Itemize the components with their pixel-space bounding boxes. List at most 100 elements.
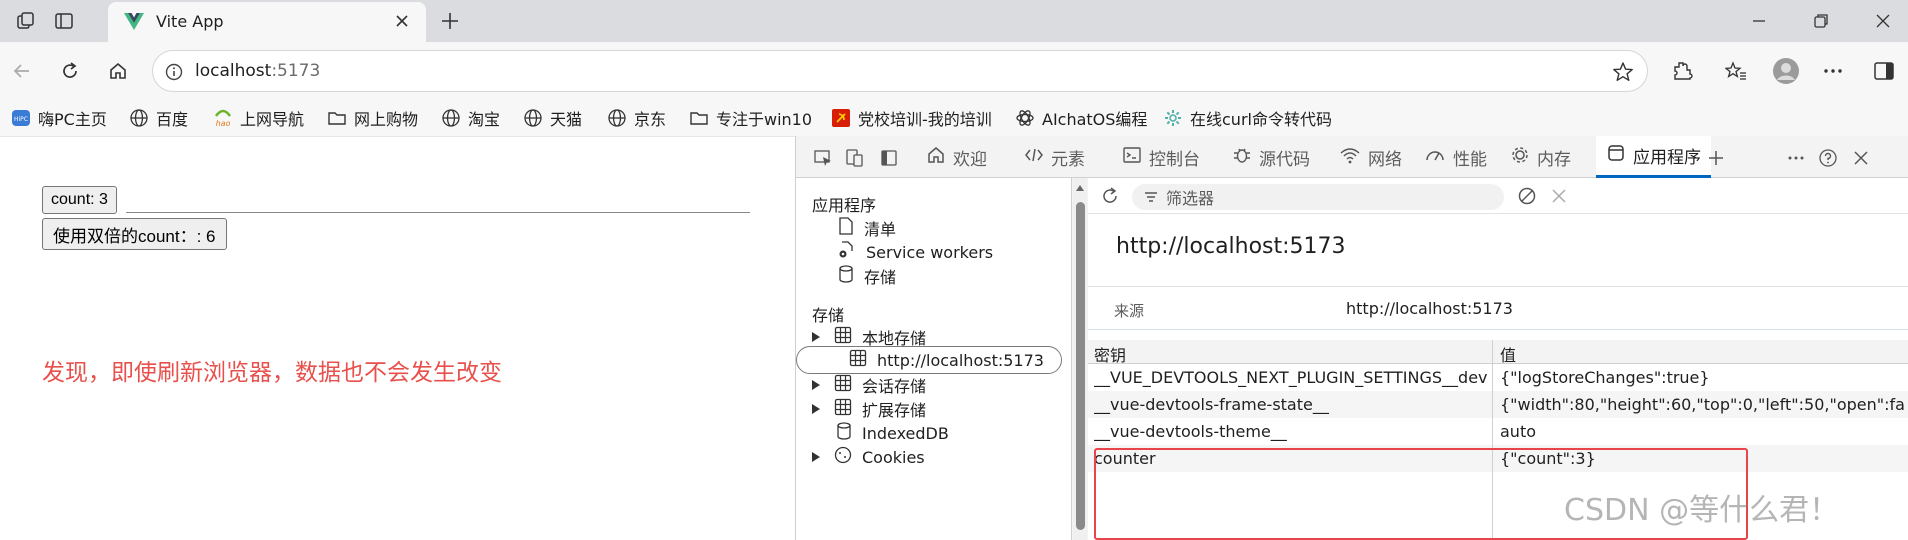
bookmark-shopping-folder[interactable]: 网上购物: [326, 105, 418, 131]
device-emulation-icon[interactable]: [842, 145, 868, 171]
bookmarks-bar: HiPC 嗨PC主页 百度 hao 上网导航 网上购物 淘宝 天猫 京东 专注于…: [0, 100, 1908, 136]
more-options-icon[interactable]: [1817, 55, 1849, 87]
sidebar-item-storage[interactable]: 存储: [838, 262, 896, 290]
svg-text:HiPC: HiPC: [14, 116, 28, 123]
extensions-icon[interactable]: [1666, 55, 1698, 87]
workspaces-icon[interactable]: [14, 9, 38, 33]
sidebar-item-label: 存储: [864, 268, 897, 287]
bookmark-party-school[interactable]: 党校培训-我的培训: [830, 105, 992, 131]
scrollbar-thumb[interactable]: [1076, 202, 1085, 530]
tab-performance[interactable]: 性能: [1424, 136, 1487, 178]
filter-input[interactable]: 筛选器: [1132, 184, 1504, 210]
back-icon[interactable]: [6, 55, 38, 87]
bookmark-tmall[interactable]: 天猫: [522, 105, 582, 131]
info-icon[interactable]: [163, 61, 185, 83]
delete-selected-icon[interactable]: [1548, 185, 1570, 207]
tab-welcome[interactable]: 欢迎: [926, 136, 987, 178]
address-bar[interactable]: localhost:5173: [152, 50, 1648, 92]
sidebar-scrollbar[interactable]: [1073, 178, 1087, 540]
add-tab-icon[interactable]: [1703, 145, 1729, 171]
svg-text:hao: hao: [216, 119, 231, 128]
application-icon: [1606, 143, 1626, 168]
count-button[interactable]: count: 3: [42, 186, 117, 214]
tab-label: 内存: [1537, 149, 1571, 170]
sidebar-item-label: Cookies: [862, 447, 925, 467]
tab-memory[interactable]: 内存: [1510, 136, 1571, 178]
column-value[interactable]: 值: [1500, 342, 1516, 366]
tab-elements[interactable]: 元素: [1024, 136, 1085, 178]
code-icon: [1024, 145, 1044, 170]
new-tab-icon[interactable]: [438, 9, 462, 33]
bookmark-label: 专注于win10: [716, 110, 813, 129]
devtools-tab-bar: 欢迎 元素 控制台 源代码 网络 性能 内存 应用程序: [796, 136, 1908, 178]
clear-all-icon[interactable]: [1516, 185, 1538, 207]
sidebar-item-label: 清单: [864, 220, 897, 239]
column-key[interactable]: 密钥: [1094, 342, 1126, 366]
close-window-icon[interactable]: [1852, 0, 1908, 42]
sidebar-toggle-icon[interactable]: [1868, 55, 1900, 87]
bookmark-win10-folder[interactable]: 专注于win10: [688, 105, 812, 131]
table-row[interactable]: __vue-devtools-frame-state__ {"width":80…: [1088, 391, 1908, 418]
browser-tab[interactable]: Vite App: [108, 2, 426, 42]
tab-sources[interactable]: 源代码: [1232, 136, 1310, 178]
title-bar: Vite App: [0, 0, 1908, 42]
row-value: {"logStoreChanges":true}: [1500, 368, 1710, 387]
url-text[interactable]: localhost:5173: [195, 61, 320, 81]
expand-arrow-icon[interactable]: [810, 402, 822, 416]
dock-side-icon[interactable]: [876, 145, 902, 171]
tab-actions-icon[interactable]: [52, 9, 76, 33]
sidebar-item-label: IndexedDB: [862, 423, 949, 443]
expand-arrow-icon[interactable]: [810, 330, 822, 344]
restore-icon[interactable]: [1790, 0, 1852, 42]
tab-label: 欢迎: [953, 149, 987, 170]
filter-icon: [1144, 188, 1158, 207]
tab-label: 性能: [1453, 149, 1487, 170]
refresh-icon[interactable]: [54, 55, 86, 87]
cookie-icon: [834, 446, 852, 468]
sidebar-item-localhost-storage[interactable]: http://localhost:5173: [796, 346, 1062, 374]
tab-label: 源代码: [1259, 149, 1310, 170]
hipc-icon: HiPC: [10, 107, 32, 129]
tab-label: 应用程序: [1633, 148, 1701, 168]
profile-avatar[interactable]: [1770, 55, 1802, 87]
help-icon[interactable]: [1815, 145, 1841, 171]
bookmark-aichat[interactable]: AIchatOS编程: [1014, 105, 1147, 131]
bookmark-jd[interactable]: 京东: [606, 105, 666, 131]
filter-placeholder: 筛选器: [1166, 189, 1215, 208]
inspect-icon[interactable]: [810, 145, 836, 171]
table-row[interactable]: __VUE_DEVTOOLS_NEXT_PLUGIN_SETTINGS__dev…: [1088, 364, 1908, 391]
bookmark-label: 百度: [156, 110, 189, 129]
minimize-icon[interactable]: [1728, 0, 1790, 42]
expand-arrow-icon[interactable]: [810, 450, 822, 464]
memory-icon: [1510, 145, 1530, 170]
favorites-icon[interactable]: [1720, 55, 1752, 87]
hao-icon: hao: [212, 107, 234, 129]
double-count-button[interactable]: 使用双倍的count：: 6: [42, 218, 227, 250]
expand-arrow-icon[interactable]: [810, 378, 822, 392]
bookmark-hipc[interactable]: HiPC 嗨PC主页: [10, 105, 107, 131]
favorite-star-icon[interactable]: [1611, 60, 1635, 84]
bookmark-hao[interactable]: hao 上网导航: [212, 105, 304, 131]
tab-network[interactable]: 网络: [1339, 136, 1402, 178]
tab-console[interactable]: 控制台: [1122, 136, 1200, 178]
sidebar-item-label: http://localhost:5173: [877, 350, 1044, 370]
bookmark-curl[interactable]: 在线curl命令转代码: [1162, 105, 1332, 131]
tab-application[interactable]: 应用程序: [1596, 136, 1711, 178]
bookmark-baidu[interactable]: 百度: [128, 105, 188, 131]
close-icon[interactable]: [391, 10, 413, 32]
globe-icon: [440, 107, 462, 129]
console-icon: [1122, 145, 1142, 170]
bookmark-label: 嗨PC主页: [38, 110, 107, 129]
close-devtools-icon[interactable]: [1848, 145, 1874, 171]
url-host: localhost: [195, 61, 272, 81]
sidebar-item-cookies[interactable]: Cookies: [834, 443, 925, 471]
row-value: auto: [1500, 422, 1537, 441]
refresh-icon[interactable]: [1098, 184, 1122, 208]
divider: [126, 212, 750, 213]
home-icon[interactable]: [102, 55, 134, 87]
globe-icon: [606, 107, 628, 129]
gear-icon: [1162, 107, 1184, 129]
bookmark-taobao[interactable]: 淘宝: [440, 105, 500, 131]
table-row[interactable]: __vue-devtools-theme__ auto: [1088, 418, 1908, 445]
more-tools-icon[interactable]: [1783, 145, 1809, 171]
